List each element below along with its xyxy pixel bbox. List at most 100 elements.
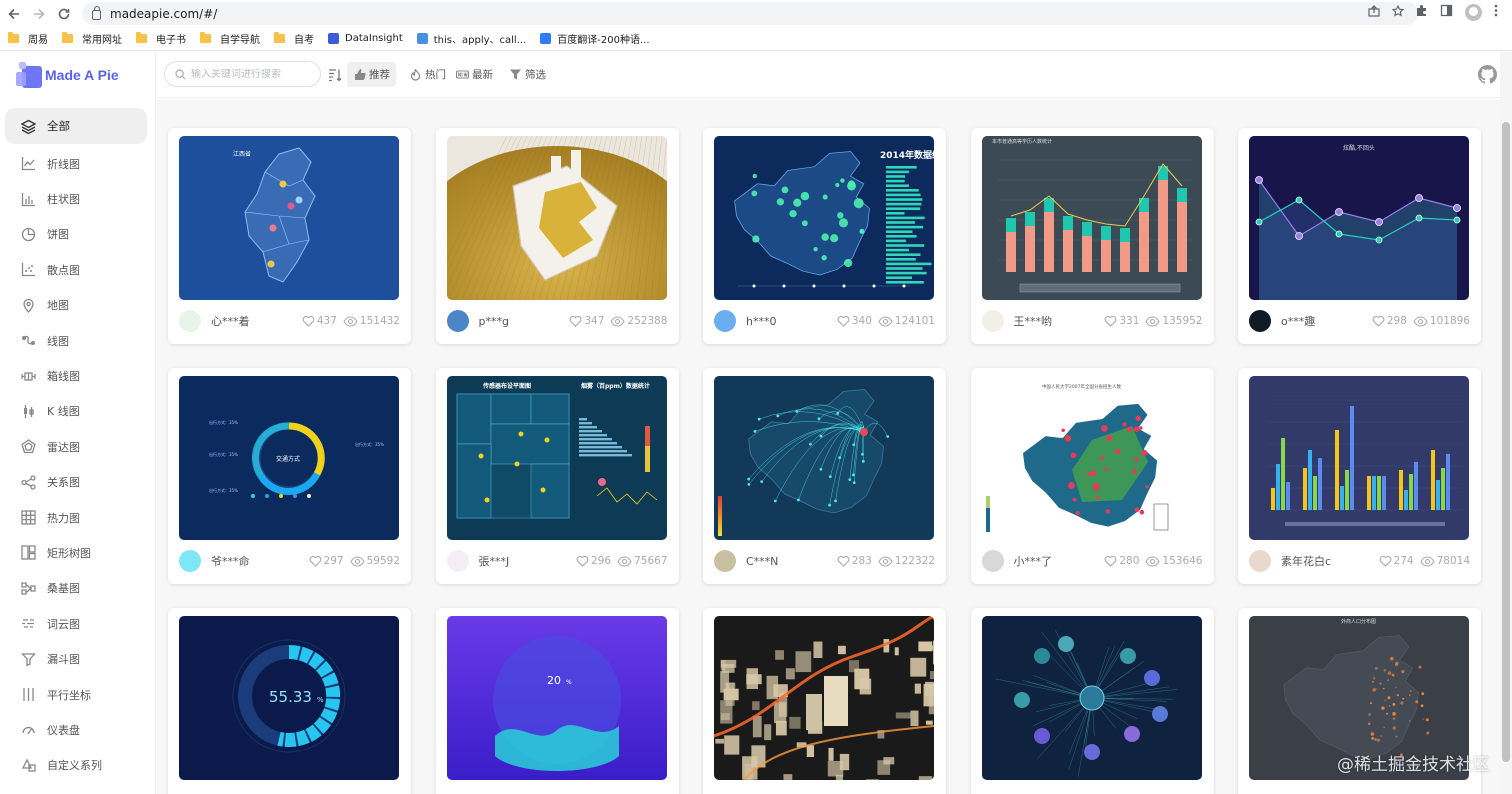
chart-thumbnail[interactable] — [714, 376, 934, 540]
chart-card[interactable]: p***g 347 252388 — [435, 128, 679, 344]
sidebar-item-wordcloud[interactable]: 词云图 — [5, 606, 147, 641]
author-name[interactable]: h***0 — [746, 315, 831, 328]
likes-count[interactable]: 298 — [1372, 315, 1407, 327]
avatar[interactable] — [981, 310, 1004, 332]
avatar[interactable] — [1249, 550, 1271, 572]
chart-thumbnail[interactable]: 2014年数据统 — [714, 136, 934, 300]
author-name[interactable]: p***g — [479, 315, 564, 328]
bookmark-item[interactable]: 自学导航 — [200, 31, 260, 46]
author-name[interactable]: o***趣 — [1281, 313, 1366, 329]
sidebar-item-custom[interactable]: 自定义系列 — [5, 748, 147, 783]
sidebar-item-gauge[interactable]: 仪表盘 — [5, 712, 147, 747]
likes-count[interactable]: 283 — [837, 555, 872, 567]
avatar[interactable] — [179, 310, 201, 332]
author-name[interactable]: 王***哟 — [1014, 313, 1099, 329]
sidebar-item-boxplot[interactable]: 箱线图 — [5, 358, 147, 393]
chart-card[interactable] — [703, 608, 946, 794]
filter-new-button[interactable]: 最新 — [450, 62, 499, 87]
bookmark-item[interactable]: DataInsight — [328, 33, 403, 44]
github-icon[interactable] — [1478, 65, 1497, 88]
sidebar-item-layers[interactable]: 全部 — [5, 108, 147, 144]
sidebar-item-heatmap[interactable]: 热力图 — [5, 500, 147, 535]
chart-card[interactable]: 交通方式 出行方式：35% 出行方式：35% 出行方式：35% 出行方式：35% 爷***… — [168, 368, 411, 584]
search-input[interactable] — [191, 68, 319, 80]
author-name[interactable]: 爷***命 — [211, 553, 303, 569]
profile-avatar[interactable] — [1465, 4, 1482, 21]
bookmark-item[interactable]: this、apply、call... — [416, 31, 526, 46]
avatar[interactable] — [981, 550, 1004, 572]
avatar[interactable] — [714, 310, 736, 332]
reload-icon[interactable] — [53, 3, 75, 25]
sidebar-item-pie-chart[interactable]: 饼图 — [5, 217, 147, 252]
author-name[interactable]: 心***着 — [211, 313, 296, 329]
filter-thumbs-up-button[interactable]: 推荐 — [347, 62, 396, 87]
sidebar-item-treemap[interactable]: 矩形树图 — [5, 535, 147, 570]
menu-icon[interactable] — [1494, 4, 1498, 21]
author-name[interactable]: C***N — [746, 555, 831, 568]
chart-card[interactable]: 传感器布设平面图 烟雾（百ppm）数据统计 張***J 296 75667 — [435, 368, 679, 584]
sort-icon[interactable] — [328, 67, 342, 86]
likes-count[interactable]: 280 — [1104, 555, 1139, 567]
chart-card[interactable]: C***N 283 122322 — [703, 368, 946, 584]
chart-card[interactable] — [970, 608, 1214, 794]
star-icon[interactable] — [1391, 4, 1405, 21]
sidebar-item-funnel-chart[interactable]: 漏斗图 — [5, 641, 147, 676]
filter-fire-button[interactable]: 热门 — [403, 62, 452, 87]
likes-count[interactable]: 340 — [837, 315, 872, 327]
extensions-icon[interactable] — [1415, 4, 1428, 21]
logo[interactable]: Made A Pie — [16, 62, 119, 88]
chart-thumbnail[interactable]: 交通方式 出行方式：35% 出行方式：35% 出行方式：35% 出行方式：35% — [179, 376, 399, 540]
sidebar-item-candlestick[interactable]: K 线图 — [5, 394, 147, 429]
bookmark-item[interactable]: 电子书 — [136, 31, 186, 46]
sidebar-item-bar-chart[interactable]: 柱状图 — [5, 181, 147, 216]
chart-card[interactable]: 20% — [435, 608, 679, 794]
likes-count[interactable]: 347 — [569, 315, 604, 327]
likes-count[interactable]: 274 — [1379, 555, 1414, 567]
likes-count[interactable]: 297 — [309, 555, 344, 567]
avatar[interactable] — [446, 310, 469, 332]
bookmark-item[interactable]: 周易 — [8, 31, 48, 46]
likes-count[interactable]: 296 — [576, 555, 611, 567]
chart-thumbnail[interactable]: 中国人民大学2007年全国分省招生人数 — [981, 376, 1202, 540]
avatar[interactable] — [446, 550, 469, 572]
author-name[interactable]: 張***J — [479, 553, 571, 569]
sidebar-item-radar[interactable]: 雷达图 — [5, 429, 147, 464]
chart-thumbnail[interactable] — [981, 616, 1202, 780]
chart-card[interactable]: 本市普通高等学历人数统计 王***哟 331 135952 — [970, 128, 1214, 344]
sidebar-item-line-chart[interactable]: 折线图 — [5, 146, 147, 181]
sidebar-item-scatter[interactable]: 散点图 — [5, 252, 147, 287]
scrollbar[interactable] — [1500, 52, 1512, 794]
chart-card[interactable]: 炫酷,不回头 o***趣 298 101896 — [1238, 128, 1481, 344]
bookmark-item[interactable]: 自考 — [274, 31, 314, 46]
author-name[interactable]: 素年花白c — [1281, 553, 1373, 569]
chart-thumbnail[interactable] — [714, 616, 934, 780]
avatar[interactable] — [1249, 310, 1271, 332]
chart-card[interactable]: 江西省 心***着 437 151432 — [168, 128, 411, 344]
sidebar-item-map-pin[interactable]: 地图 — [5, 288, 147, 323]
sidebar-item-sankey[interactable]: 桑基图 — [5, 571, 147, 606]
chart-card[interactable]: 2014年数据统 h***0 340 124101 — [703, 128, 946, 344]
chart-thumbnail[interactable] — [1249, 376, 1469, 540]
scrollbar-thumb[interactable] — [1502, 122, 1510, 762]
avatar[interactable] — [179, 550, 201, 572]
author-name[interactable]: 小***了 — [1014, 553, 1099, 569]
chart-thumbnail[interactable]: 20% — [446, 616, 667, 780]
chart-card[interactable]: 中国人民大学2007年全国分省招生人数 小***了 280 153646 — [970, 368, 1214, 584]
chart-thumbnail[interactable] — [446, 136, 667, 300]
chart-card[interactable]: 素年花白c 274 78014 — [1238, 368, 1481, 584]
avatar[interactable] — [714, 550, 736, 572]
chart-thumbnail[interactable]: 传感器布设平面图 烟雾（百ppm）数据统计 — [446, 376, 667, 540]
chart-thumbnail[interactable]: 本市普通高等学历人数统计 — [981, 136, 1202, 300]
chart-thumbnail[interactable]: 55.33% — [179, 616, 399, 780]
likes-count[interactable]: 437 — [302, 315, 337, 327]
filter-funnel-button[interactable]: 筛选 — [503, 62, 552, 87]
sidebar-item-graph[interactable]: 关系图 — [5, 465, 147, 500]
address-bar[interactable]: madeapie.com/#/ — [82, 2, 1418, 25]
side-panel-icon[interactable] — [1440, 4, 1453, 21]
forward-icon[interactable] — [28, 3, 50, 25]
likes-count[interactable]: 331 — [1104, 315, 1139, 327]
chart-card[interactable]: 55.33% — [168, 608, 411, 794]
bookmark-item[interactable]: 百度翻译-200种语... — [540, 31, 650, 46]
share-icon[interactable] — [1368, 5, 1380, 21]
search-box[interactable] — [164, 61, 321, 87]
